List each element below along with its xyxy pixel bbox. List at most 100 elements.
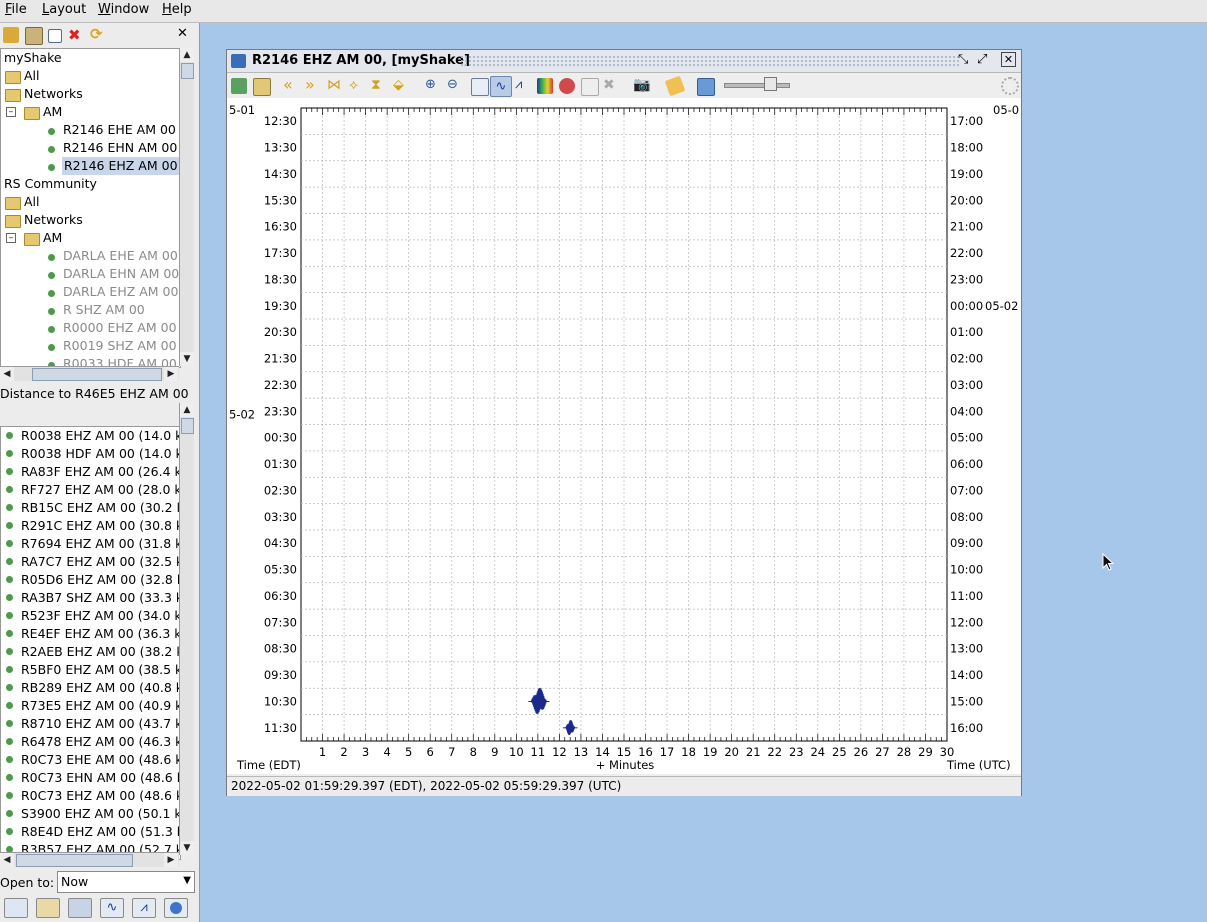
distance-list-item[interactable]: RA83F EHZ AM 00 (26.4 k <box>21 463 180 481</box>
tree-leaf-r2146-ehn[interactable]: R2146 EHN AM 00 <box>63 139 177 157</box>
restore-icon[interactable]: ⤡ <box>958 52 968 67</box>
monitor-icon[interactable] <box>68 898 92 918</box>
tree-item-am[interactable]: AM <box>43 229 62 247</box>
distance-list-item[interactable]: R0C73 EHZ AM 00 (48.6 k <box>21 787 180 805</box>
maximize-icon[interactable]: ⤢ <box>977 52 987 67</box>
distance-list-item[interactable]: R8E4D EHZ AM 00 (51.3 k <box>21 823 180 841</box>
scroll-down-icon[interactable]: ▼ <box>180 352 194 366</box>
scroll-thumb[interactable] <box>32 368 162 381</box>
scroll-thumb[interactable] <box>181 418 194 434</box>
scroll-right-icon[interactable]: ▶ <box>164 853 178 867</box>
gain-slider[interactable] <box>724 83 790 88</box>
menu-file[interactable]: File <box>5 2 27 17</box>
spectrum-icon[interactable]: ⩘ <box>515 77 531 93</box>
distance-list-item[interactable]: RB15C EHZ AM 00 (30.2 k <box>21 499 180 517</box>
scroll-left-icon[interactable]: ◀ <box>0 367 14 381</box>
scroll-down-icon[interactable]: ▼ <box>180 841 194 855</box>
tree-item-all[interactable]: All <box>24 67 40 85</box>
helicorder-plot[interactable]: 12:30 13:30 14:30 15:30 16:30 17:30 18:30 19:30… <box>227 98 1021 774</box>
distance-list-item[interactable]: R8710 EHZ AM 00 (43.7 k <box>21 715 180 733</box>
menu-help[interactable]: Help <box>162 2 192 17</box>
distance-vertical-scrollbar[interactable]: ▲ ▼ <box>179 403 194 855</box>
distance-list-item[interactable]: R0C73 EHN AM 00 (48.6 k <box>21 769 180 787</box>
edit-icon[interactable] <box>25 27 43 45</box>
close-icon[interactable]: ✕ <box>177 26 193 42</box>
distance-list-item[interactable]: R0C73 EHE AM 00 (48.6 k <box>21 751 180 769</box>
tree-root-myshake[interactable]: myShake <box>4 49 62 67</box>
tree-leaf-darla-ehe[interactable]: DARLA EHE AM 00 <box>63 247 178 265</box>
window-titlebar[interactable]: R2146 EHZ AM 00, [myShake] ⤡ ⤢ ✕ <box>227 50 1021 73</box>
tag-icon[interactable] <box>664 75 686 97</box>
distance-list-item[interactable]: R523F EHZ AM 00 (34.0 k <box>21 607 180 625</box>
compress-vertical-icon[interactable]: ⬙ <box>393 77 409 93</box>
zoom-out-icon[interactable]: ⊖ <box>447 77 463 93</box>
distance-list-item[interactable]: R2AEB EHZ AM 00 (38.2 k <box>21 643 180 661</box>
expand-vertical-icon[interactable]: ⧗ <box>371 77 387 93</box>
camera-icon[interactable]: 📷 <box>633 77 650 93</box>
calculator-icon[interactable] <box>471 78 489 96</box>
tree-root-rs-community[interactable]: RS Community <box>4 175 97 193</box>
distance-list-item[interactable]: RA7C7 EHZ AM 00 (32.5 k <box>21 553 180 571</box>
distance-list-item[interactable]: R7694 EHZ AM 00 (31.8 k <box>21 535 180 553</box>
tree-leaf-darla-ehz[interactable]: DARLA EHZ AM 00 <box>63 283 178 301</box>
globe-icon[interactable] <box>164 898 188 918</box>
clipboard-icon[interactable] <box>253 78 271 96</box>
tree-leaf-r-shz[interactable]: R SHZ AM 00 <box>63 301 145 319</box>
rewind-icon[interactable]: « <box>283 77 299 93</box>
distance-list-item[interactable]: S3900 EHZ AM 00 (50.1 k <box>21 805 180 823</box>
tree-leaf-r0019-shz[interactable]: R0019 SHZ AM 00 <box>63 337 177 355</box>
menu-layout[interactable]: Layout <box>42 2 86 17</box>
tree-item-networks[interactable]: Networks <box>24 211 83 229</box>
expand-horizontal-icon[interactable]: ⋈ <box>327 77 343 93</box>
scroll-thumb[interactable] <box>16 854 133 867</box>
distance-list-item[interactable]: RB289 EHZ AM 00 (40.8 k <box>21 679 180 697</box>
waveform-toggle-icon[interactable]: ∿ <box>490 76 512 97</box>
open-icon[interactable] <box>3 27 19 43</box>
close-window-icon[interactable]: ✕ <box>1001 52 1016 67</box>
tree-leaf-darla-ehn[interactable]: DARLA EHN AM 00 <box>63 265 179 283</box>
distance-list-item[interactable]: R0038 EHZ AM 00 (14.0 k <box>21 427 180 445</box>
collapse-icon[interactable] <box>48 29 62 43</box>
tree-item-am[interactable]: AM <box>43 103 62 121</box>
distance-list-item[interactable]: RF727 EHZ AM 00 (28.0 k <box>21 481 180 499</box>
distance-list-item[interactable]: R6478 EHZ AM 00 (46.3 k <box>21 733 180 751</box>
spectrogram-icon[interactable] <box>537 78 553 94</box>
tree-leaf-r2146-ehz-selected[interactable]: R2146 EHZ AM 00 <box>62 157 180 175</box>
delete-icon[interactable]: ✖ <box>68 27 84 43</box>
fast-forward-icon[interactable]: » <box>305 77 321 93</box>
distance-list-item[interactable]: R05D6 EHZ AM 00 (32.8 k <box>21 571 180 589</box>
folder-icon[interactable] <box>36 898 60 918</box>
tree-horizontal-scrollbar[interactable]: ◀ ▶ <box>0 366 179 381</box>
collapse-toggle-icon[interactable]: – <box>6 233 16 243</box>
menu-window[interactable]: Window <box>98 2 149 17</box>
distance-list-item[interactable]: R5BF0 EHZ AM 00 (38.5 k <box>21 661 180 679</box>
scroll-up-icon[interactable]: ▲ <box>180 403 194 417</box>
distance-horizontal-scrollbar[interactable]: ◀ ▶ <box>0 852 179 867</box>
helicorder-icon[interactable] <box>4 898 28 918</box>
spectrum-icon[interactable]: ⩘ <box>132 898 156 918</box>
settings-icon[interactable] <box>697 78 715 96</box>
refresh-icon[interactable]: ⟳ <box>90 26 106 42</box>
distance-list-item[interactable]: RE4EF EHZ AM 00 (36.3 k <box>21 625 180 643</box>
scroll-left-icon[interactable]: ◀ <box>0 853 14 867</box>
zoom-in-icon[interactable]: ⊕ <box>425 77 441 93</box>
tree-item-all[interactable]: All <box>24 193 40 211</box>
scroll-thumb[interactable] <box>181 63 194 79</box>
waveform-icon[interactable]: ∿ <box>100 898 124 918</box>
distance-list-item[interactable]: R291C EHZ AM 00 (30.8 k <box>21 517 180 535</box>
open-to-select[interactable]: Now ▼ <box>57 871 195 893</box>
distance-list-item[interactable]: R73E5 EHZ AM 00 (40.9 k <box>21 697 180 715</box>
tree-vertical-scrollbar[interactable]: ▲ ▼ <box>179 48 194 366</box>
particle-motion-icon[interactable] <box>559 78 575 94</box>
scroll-up-icon[interactable]: ▲ <box>180 48 194 62</box>
scroll-right-icon[interactable]: ▶ <box>164 367 178 381</box>
tree-leaf-r2146-ehe[interactable]: R2146 EHE AM 00 <box>63 121 176 139</box>
tree-item-networks[interactable]: Networks <box>24 85 83 103</box>
gain-slider-handle[interactable] <box>764 77 777 91</box>
distance-list-item[interactable]: R0038 HDF AM 00 (14.0 k <box>21 445 180 463</box>
export-icon[interactable] <box>231 78 247 94</box>
distance-list-item[interactable]: RA3B7 SHZ AM 00 (33.3 k <box>21 589 180 607</box>
compress-horizontal-icon[interactable]: ⟡ <box>349 77 365 93</box>
tree-leaf-r0000-ehz[interactable]: R0000 EHZ AM 00 <box>63 319 177 337</box>
collapse-toggle-icon[interactable]: – <box>6 107 16 117</box>
